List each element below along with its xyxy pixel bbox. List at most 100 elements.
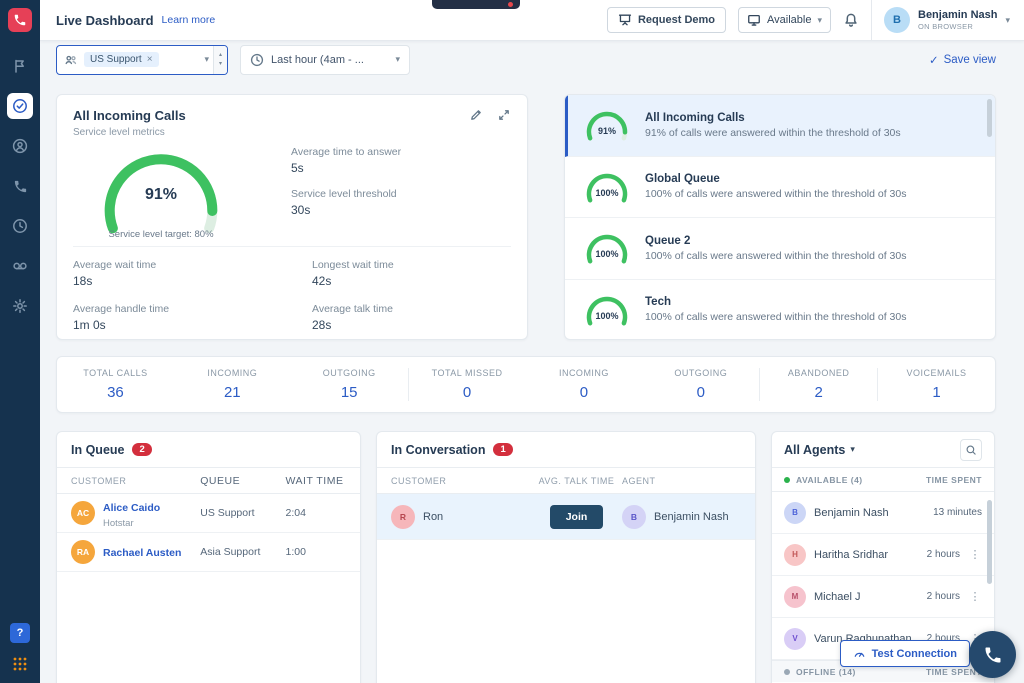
- page-title: Live Dashboard: [56, 13, 154, 28]
- card-subtitle: Service level metrics: [73, 127, 186, 138]
- service-level-row: All Incoming Calls Service level metrics: [56, 94, 996, 340]
- stat-total-calls: TOTAL CALLS 36: [57, 368, 174, 401]
- queue-filter-chip[interactable]: US Support ×: [84, 52, 159, 67]
- queues-icon: [64, 53, 78, 67]
- queue-metric-item[interactable]: 100% Global Queue 100% of calls were ans…: [565, 157, 995, 219]
- queue-metric-item[interactable]: 91% All Incoming Calls 91% of calls were…: [565, 95, 995, 157]
- agent-avatar: H: [784, 544, 806, 566]
- active-nav-highlight: [7, 93, 33, 119]
- metric-value: 18s: [73, 274, 272, 288]
- agent-row[interactable]: M Michael J 2 hours ⋮: [772, 576, 994, 618]
- bell-icon: [843, 12, 859, 28]
- queue-filter-select[interactable]: US Support × ▾ ▴ ▾: [56, 45, 228, 75]
- filter-stepper[interactable]: ▴ ▾: [213, 46, 227, 74]
- search-agents-button[interactable]: [960, 439, 982, 461]
- save-view-button[interactable]: ✓ Save view: [929, 53, 996, 67]
- request-demo-button[interactable]: Request Demo: [607, 7, 726, 33]
- join-call-button[interactable]: Join: [550, 505, 604, 529]
- wait-time-cell: 2:04: [286, 507, 347, 519]
- queue-description: 91% of calls were answered within the th…: [645, 127, 901, 139]
- queue-row[interactable]: AC Alice Caido Hotstar US Support 2:04: [57, 494, 360, 533]
- count-badge: 1: [493, 443, 512, 456]
- app-logo[interactable]: [8, 8, 32, 32]
- clock-icon: [250, 53, 264, 67]
- agent-name: Benjamin Nash: [654, 511, 729, 523]
- gear-icon: [12, 298, 28, 314]
- sidebar-item-campaigns[interactable]: [0, 46, 40, 86]
- expand-button[interactable]: [497, 108, 511, 138]
- stepper-down-icon[interactable]: ▾: [219, 60, 222, 68]
- available-status-dot: [784, 477, 790, 483]
- learn-more-link[interactable]: Learn more: [162, 14, 216, 26]
- queue-cell: US Support: [200, 507, 285, 519]
- stat-outgoing: OUTGOING 15: [291, 368, 408, 401]
- column-header: CUSTOMER: [71, 476, 200, 486]
- notifications-button[interactable]: [843, 12, 859, 28]
- agent-menu-button[interactable]: ⋮: [968, 548, 982, 561]
- sidebar-item-metrics[interactable]: [0, 206, 40, 246]
- dialer-fab[interactable]: [969, 631, 1016, 678]
- sidebar-item-dashboard-active[interactable]: [0, 86, 40, 126]
- metric-label: Average talk time: [312, 303, 511, 315]
- phone-logo-icon: [13, 13, 27, 27]
- customer-link[interactable]: Rachael Austen: [103, 547, 181, 559]
- sidebar-nav: [0, 46, 40, 326]
- edit-button[interactable]: [469, 108, 483, 138]
- conversation-row[interactable]: R Ron Join B Benjamin Nash: [377, 494, 755, 540]
- sidebar-item-settings[interactable]: [0, 286, 40, 326]
- queue-metric-item[interactable]: 100% Queue 2 100% of calls were answered…: [565, 218, 995, 280]
- help-button[interactable]: ?: [10, 623, 30, 643]
- presentation-icon: [618, 13, 632, 27]
- agent-row[interactable]: H Haritha Sridhar 2 hours ⋮: [772, 534, 994, 576]
- sidebar-item-voicemail[interactable]: [0, 246, 40, 286]
- apps-grid-button[interactable]: [13, 657, 27, 671]
- stat-missed-incoming: INCOMING 0: [526, 368, 643, 401]
- card-title: All Incoming Calls: [73, 108, 186, 123]
- column-header: WAIT TIME: [286, 475, 347, 487]
- customer-company: Hotstar: [103, 518, 160, 529]
- customer-avatar: R: [391, 505, 415, 529]
- sidebar-bottom: ?: [10, 623, 30, 683]
- queue-name: All Incoming Calls: [645, 112, 901, 124]
- queue-gauge: 91%: [581, 106, 633, 144]
- user-name: Benjamin Nash: [918, 9, 997, 21]
- scrollbar[interactable]: [987, 500, 992, 584]
- availability-value: Available: [767, 14, 811, 26]
- svg-text:100%: 100%: [595, 188, 618, 198]
- gauge-value: 91%: [73, 186, 249, 204]
- sidebar-item-calls[interactable]: [0, 166, 40, 206]
- remove-chip-icon[interactable]: ×: [147, 54, 153, 65]
- in-queue-panel: In Queue 2 CUSTOMER QUEUE WAIT TIME AC A…: [56, 431, 361, 683]
- test-connection-button[interactable]: Test Connection: [840, 640, 970, 667]
- queue-description: 100% of calls were answered within the t…: [645, 250, 906, 262]
- queue-name: Global Queue: [645, 173, 906, 185]
- check-icon: ✓: [929, 53, 939, 67]
- agent-avatar: B: [784, 502, 806, 524]
- time-range-select[interactable]: Last hour (4am - ... ▾: [240, 45, 410, 75]
- check-circle-icon: [12, 98, 28, 114]
- service-level-card: All Incoming Calls Service level metrics: [56, 94, 528, 340]
- stat-missed-outgoing: OUTGOING 0: [642, 368, 759, 401]
- in-conversation-panel: In Conversation 1 CUSTOMER AVG. TALK TIM…: [376, 431, 756, 683]
- customer-link[interactable]: Alice Caido: [103, 502, 160, 514]
- agent-row[interactable]: B Benjamin Nash 13 minutes: [772, 492, 994, 534]
- sidebar-item-contacts[interactable]: [0, 126, 40, 166]
- user-menu[interactable]: B Benjamin Nash ON BROWSER ▾: [884, 7, 1014, 33]
- speed-test-icon: [853, 647, 866, 660]
- stepper-up-icon[interactable]: ▴: [219, 51, 222, 59]
- main-content: All Incoming Calls Service level metrics: [40, 78, 1024, 683]
- offline-status-dot: [784, 669, 790, 675]
- agent-menu-button[interactable]: ⋮: [968, 590, 982, 603]
- chevron-down-icon: ▾: [850, 444, 855, 455]
- queue-row[interactable]: RA Rachael Austen Asia Support 1:00: [57, 533, 360, 572]
- scrollbar[interactable]: [987, 99, 992, 137]
- availability-select[interactable]: Available ▾: [738, 7, 831, 33]
- customer-avatar: AC: [71, 501, 95, 525]
- phone-calls-icon: [13, 179, 28, 194]
- queue-metric-item[interactable]: 100% Tech 100% of calls were answered wi…: [565, 280, 995, 341]
- column-header: AGENT: [622, 476, 741, 486]
- phone-icon: [983, 645, 1003, 665]
- agents-filter-dropdown[interactable]: All Agents: [784, 443, 845, 457]
- pencil-icon: [469, 108, 483, 122]
- stat-total-missed: TOTAL MISSED 0: [408, 368, 526, 401]
